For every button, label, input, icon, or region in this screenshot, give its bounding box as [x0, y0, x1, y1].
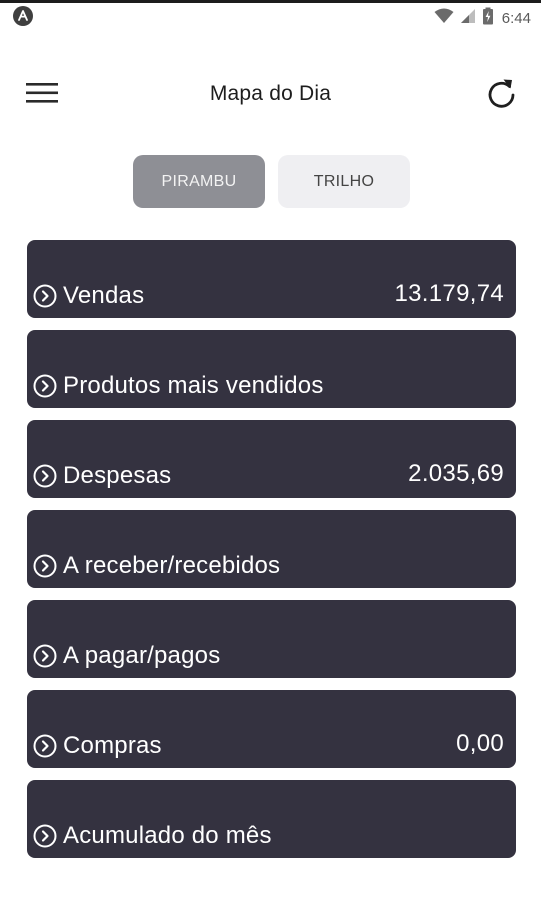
- chevron-circle-right-icon: [33, 734, 57, 758]
- card-label: Produtos mais vendidos: [63, 372, 324, 399]
- card-a-receber-recebidos[interactable]: A receber/recebidos: [27, 510, 516, 588]
- wifi-icon: [434, 8, 454, 29]
- page-title: Mapa do Dia: [209, 82, 332, 105]
- app-logo-icon: [12, 5, 34, 32]
- card-despesas[interactable]: Despesas 2.035,69: [27, 420, 516, 498]
- card-vendas[interactable]: Vendas 13.179,74: [27, 240, 516, 318]
- summary-cards: Vendas 13.179,74 Produtos mais vendidos …: [27, 240, 516, 870]
- signal-icon: [460, 8, 476, 29]
- card-value: 2.035,69: [408, 460, 504, 487]
- chevron-circle-right-icon: [33, 644, 57, 668]
- card-value: 13.179,74: [394, 280, 504, 307]
- card-label: Vendas: [63, 282, 145, 309]
- chevron-circle-right-icon: [33, 284, 57, 308]
- battery-icon: [482, 7, 494, 30]
- card-acumulado-do-mes[interactable]: Acumulado do mês: [27, 780, 516, 858]
- status-time: 6:44: [501, 9, 531, 27]
- card-label: Acumulado do mês: [63, 822, 272, 849]
- card-label: Despesas: [63, 462, 172, 489]
- chevron-circle-right-icon: [33, 464, 57, 488]
- card-a-pagar-pagos[interactable]: A pagar/pagos: [27, 600, 516, 678]
- refresh-button[interactable]: [480, 76, 524, 116]
- status-bar: 6:44: [0, 3, 541, 33]
- chevron-circle-right-icon: [33, 374, 57, 398]
- card-produtos-mais-vendidos[interactable]: Produtos mais vendidos: [27, 330, 516, 408]
- card-label: Compras: [63, 732, 162, 759]
- card-compras[interactable]: Compras 0,00: [27, 690, 516, 768]
- card-value: 0,00: [456, 730, 504, 757]
- chevron-circle-right-icon: [33, 824, 57, 848]
- card-label: A pagar/pagos: [63, 642, 221, 669]
- refresh-icon: [485, 76, 519, 117]
- tab-trilho[interactable]: TRILHO: [278, 155, 410, 208]
- card-label: A receber/recebidos: [63, 552, 281, 579]
- app-bar: Mapa do Dia: [0, 60, 541, 130]
- tab-pirambu[interactable]: PIRAMBU: [133, 155, 265, 208]
- chevron-circle-right-icon: [33, 554, 57, 578]
- store-tabs: PIRAMBU TRILHO: [0, 155, 541, 209]
